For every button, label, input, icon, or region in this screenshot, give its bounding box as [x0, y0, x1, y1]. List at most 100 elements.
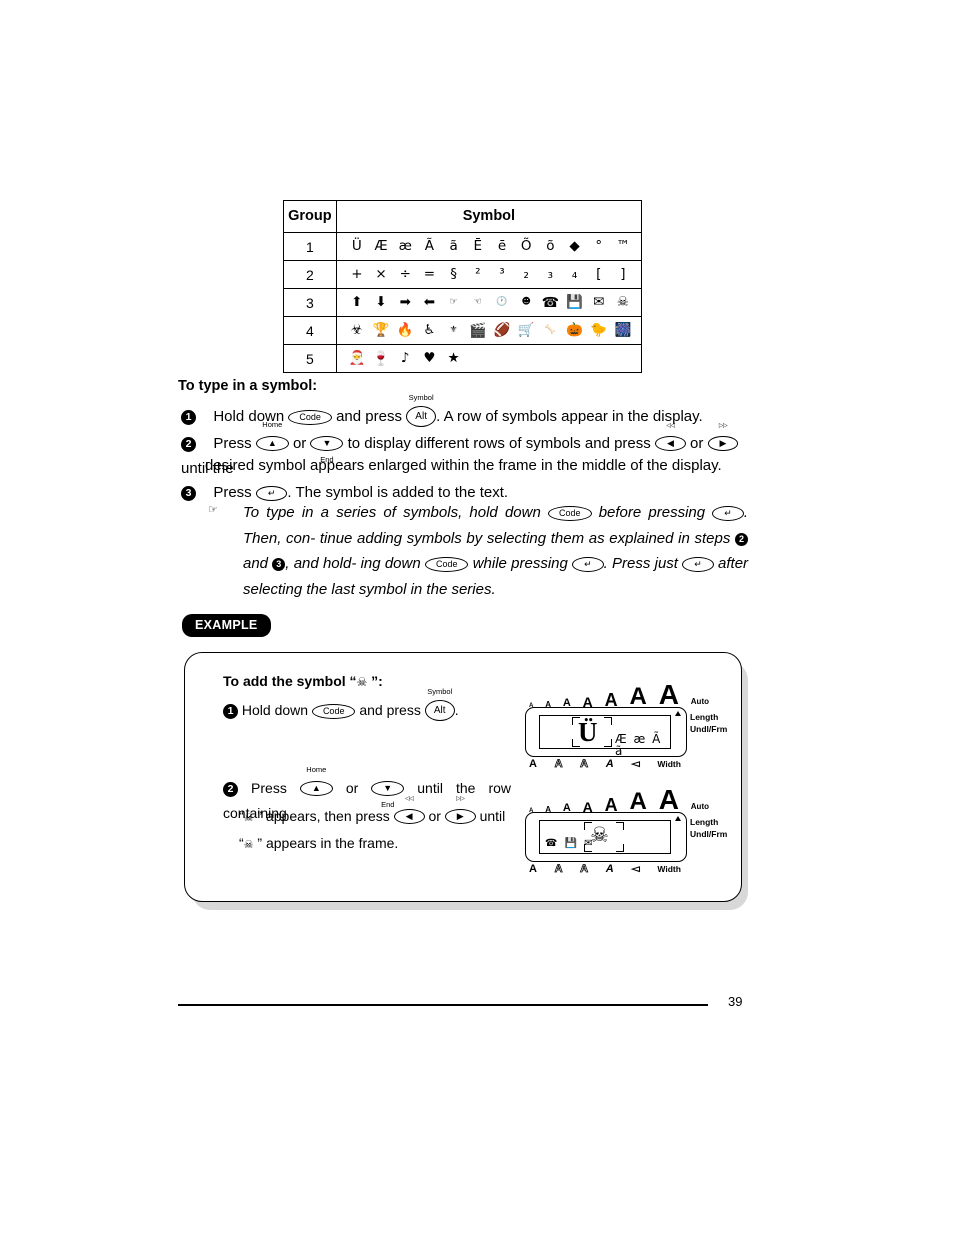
chick-icon: 🐤 [590, 321, 608, 338]
lcd1-framed-character: Ü [578, 717, 598, 747]
note-seg5: and [243, 555, 269, 572]
symbol-glyph: ° [595, 237, 603, 254]
lcd1-undl-frm-label: Undl/Frm [690, 724, 728, 734]
alt-key-label: Symbol [427, 687, 453, 696]
lcd1-pointer-triangle [675, 711, 681, 716]
left-key-wrap: ◁◁ ◀ [654, 423, 686, 455]
symbol-glyph: ã [449, 237, 458, 254]
procedure-step-2-line2: desired symbol appears enlarged within t… [205, 457, 722, 474]
symbol-cell: Ü Æ æ Ã ã Ē ē Õ õ ◆ ° ™ [335, 232, 643, 261]
symbol-glyph: Ã [424, 237, 435, 254]
heart-icon: ♥ [423, 349, 436, 366]
arrow-up-key[interactable]: ▲ [255, 436, 289, 451]
symbol-glyph: ÷ [399, 265, 411, 282]
step-number-3-ref: 3 [272, 558, 286, 571]
wheelchair-icon: ♿ [423, 321, 436, 338]
symbol-glyph: ™ [616, 237, 630, 254]
table-row: 2 + × ÷ = § ² ³ ₂ ₃ ₄ [ ] [283, 260, 643, 289]
style-italic-a: A [605, 757, 614, 770]
step3-text-post: . The symbol is added to the text. [287, 484, 509, 501]
document-page: Group Symbol 1 Ü Æ æ Ã ã Ē ē Õ õ ◆ ° ™ 2… [0, 0, 954, 1235]
procedure-heading: To type in a symbol: [178, 378, 318, 394]
skull-crossbones-icon: ☠ [243, 811, 254, 824]
lcd2-width-label: Width [657, 863, 681, 874]
note-seg6: , and hold- [285, 555, 357, 572]
arrow-up-key[interactable]: ▲ [299, 781, 333, 796]
arrow-down-key[interactable]: ▼ [310, 436, 344, 451]
symbol-glyph: § [450, 265, 457, 282]
alt-key[interactable]: Alt [406, 406, 437, 427]
alt-key-wrap: Symbol Alt [406, 394, 437, 428]
santa-icon: 🎅 [348, 349, 366, 366]
symbol-glyph: ē [497, 237, 507, 254]
lcd2-style-indicators: A A A A ◅ Width [529, 862, 681, 875]
arrow-right-key[interactable]: ▶ [707, 436, 739, 451]
lcd1-auto-label: Auto [690, 697, 709, 706]
down-key-wrap: ▼ End [310, 430, 344, 464]
ex-step2-l3-post: ” appears in the frame. [253, 835, 399, 851]
size-indicator-a: A [629, 788, 647, 815]
size-indicator-a: A [629, 683, 647, 710]
code-key[interactable]: Code [424, 557, 469, 572]
symbol-glyph: ] [620, 265, 626, 282]
step-number-1: 1 [223, 704, 238, 719]
example-box: To add the symbol “☠ ”: 1 Hold down Code… [184, 652, 742, 902]
lcd2-pointer-triangle [675, 816, 681, 821]
group-number: 1 [283, 232, 337, 261]
lcd1-trailing-characters: Æ æ Ã ã [615, 732, 662, 758]
symbol-glyph: æ [398, 237, 412, 254]
symbol-glyph: ³ [499, 265, 505, 282]
code-key[interactable]: Code [548, 506, 592, 521]
code-key[interactable]: Code [288, 410, 332, 425]
symbol-glyph: Ü [351, 237, 362, 254]
step-number-2-ref: 2 [734, 532, 748, 546]
step-number-3: 3 [181, 486, 196, 501]
style-outline-a: A [554, 757, 563, 770]
example-heading: To add the symbol “☠ ”: [223, 673, 383, 689]
code-key[interactable]: Code [311, 704, 356, 719]
arrow-down-key[interactable]: ▼ [371, 781, 405, 796]
lcd-display-2: A A A A A A A Auto ☎ 💾 ✉ ☠ Length Undl/F… [525, 786, 727, 880]
pointing-hand-left-icon: ☜ [473, 297, 482, 307]
smiley-face-icon: ☻ [521, 297, 531, 307]
rewind-key-label: ◁◁ [404, 796, 414, 802]
symbol-cell: 🎅 🍷 ♪ ♥ ★ [335, 344, 643, 373]
style-outline-a: A [554, 862, 563, 875]
step1-text-mid: and press [336, 408, 402, 425]
clapperboard-icon: 🎬 [469, 322, 487, 339]
example-heading-pre: To add the symbol “ [223, 673, 357, 689]
shopping-cart-icon: 🛒 [517, 321, 535, 338]
left-key-wrap: ◁◁ ◀ [393, 796, 425, 828]
enter-key[interactable]: ↵ [712, 506, 744, 521]
lcd1-style-indicators: A A A A ◅ Width [529, 757, 681, 770]
enter-key[interactable]: ↵ [255, 486, 288, 501]
enter-key[interactable]: ↵ [572, 557, 604, 572]
symbol-glyph: Æ [374, 237, 388, 254]
lcd2-length-label: Length [690, 817, 719, 827]
step2-or-2: or [690, 435, 704, 452]
symbol-glyph: ◆ [569, 237, 580, 254]
arrow-right-key[interactable]: ▶ [444, 809, 476, 824]
step3-text-pre: Press [213, 484, 252, 501]
forward-key-label: ▷▷ [456, 796, 465, 802]
step2-or-1: or [292, 435, 307, 452]
alt-key-label: Symbol [408, 393, 434, 402]
enter-key[interactable]: ↵ [682, 557, 714, 572]
lcd2-undl-frm-label: Undl/Frm [690, 829, 728, 839]
football-icon: 🏈 [493, 321, 511, 338]
down-key-wrap: ▼ End [371, 775, 405, 809]
lcd1-text-area: Ü Æ æ Ã ã [539, 715, 671, 757]
note-seg2: before pressing [598, 504, 706, 521]
lcd1-font-size-scale: A A A A A A A [529, 681, 679, 710]
arrow-left-key[interactable]: ◀ [393, 809, 425, 824]
style-arrow-indicator: ◅ [631, 863, 640, 875]
lcd2-text-area: ☎ 💾 ✉ ☠ [539, 820, 671, 854]
ex-step2-or1: or [345, 780, 359, 796]
arrow-left-key[interactable]: ◀ [654, 436, 686, 451]
symbol-glyph: Ē [473, 237, 483, 254]
ex-step2-l2-post: until [479, 808, 506, 824]
symbol-table: Group Symbol 1 Ü Æ æ Ã ã Ē ē Õ õ ◆ ° ™ 2… [283, 200, 643, 373]
table-header-symbol: Symbol [335, 200, 643, 233]
fireworks-icon: 🎆 [614, 321, 632, 338]
alt-key[interactable]: Alt [424, 700, 455, 721]
